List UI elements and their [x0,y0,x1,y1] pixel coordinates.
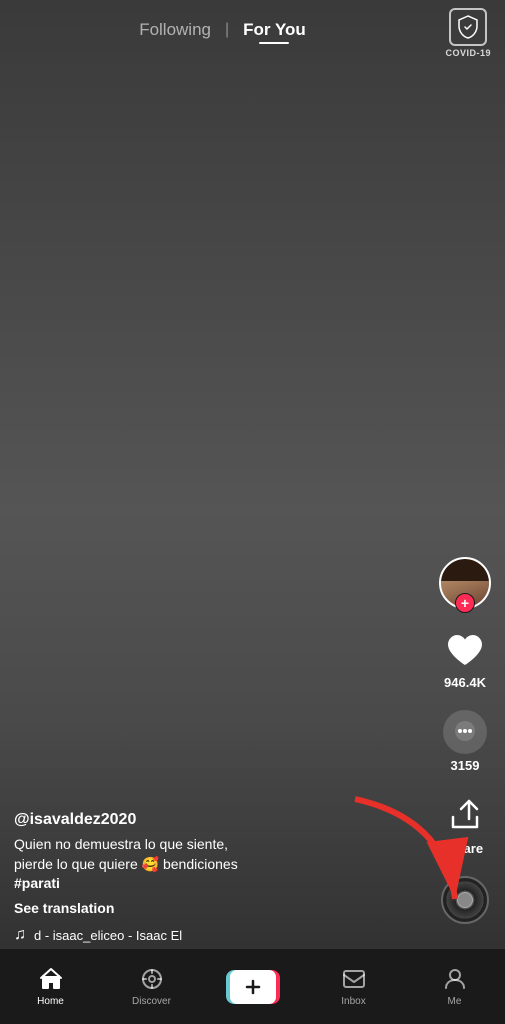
foryou-tab-wrap[interactable]: For You [243,20,306,40]
following-tab[interactable]: Following [139,20,211,40]
create-btn-white [230,970,276,1004]
avatar-hair [441,559,489,581]
foryou-tab[interactable]: For You [243,20,306,39]
share-button[interactable]: Share [443,793,487,856]
caption-hashtag[interactable]: #parati [14,875,60,891]
inbox-icon [341,966,367,992]
heart-icon [444,629,486,671]
see-translation-button[interactable]: See translation [14,900,435,916]
me-label: Me [448,996,462,1007]
music-note-icon: ♫ [14,926,26,944]
creator-avatar-container[interactable]: + [439,557,491,609]
top-navigation: Following | For You [139,20,306,40]
like-button[interactable]: 946.4K [444,629,486,690]
me-icon [442,966,468,992]
share-label: Share [447,841,483,856]
comment-count: 3159 [451,758,480,773]
comment-icon [443,710,487,754]
covid-label: COVID-19 [445,48,491,58]
caption-line1: Quien no demuestra lo que siente, [14,836,228,852]
caption-line2: pierde lo que quiere 🥰 bendiciones [14,856,238,872]
inbox-label: Inbox [341,996,365,1007]
discover-label: Discover [132,996,171,1007]
home-label: Home [37,996,64,1007]
comment-button[interactable]: 3159 [443,710,487,773]
nav-home[interactable]: Home [0,966,101,1007]
post-info-overlay: @isavaldez2020 Quien no demuestra lo que… [14,811,435,944]
music-text: d - isaac_eliceo - Isaac El [34,928,182,943]
bottom-navigation: Home Discover [0,948,505,1024]
like-count: 946.4K [444,675,486,690]
discover-icon [139,966,165,992]
post-caption: Quien no demuestra lo que siente, pierde… [14,835,435,894]
nav-me[interactable]: Me [404,966,505,1007]
nav-discover[interactable]: Discover [101,966,202,1007]
creator-username[interactable]: @isavaldez2020 [14,811,435,829]
covid-badge[interactable]: COVID-19 [445,8,491,58]
follow-plus-button[interactable]: + [455,593,475,613]
foryou-underline [259,42,289,44]
music-info-row[interactable]: ♫ d - isaac_eliceo - Isaac El [14,926,435,944]
share-icon [443,793,487,837]
music-disc-inner [457,892,473,908]
home-icon [38,966,64,992]
music-disc[interactable] [441,876,489,924]
nav-create[interactable] [202,970,303,1004]
right-sidebar: + 946.4K 3159 [439,557,491,924]
covid-shield-icon [449,8,487,46]
create-button-wrap [226,970,280,1004]
nav-divider: | [225,21,229,39]
nav-inbox[interactable]: Inbox [303,966,404,1007]
top-bar: Following | For You COVID-19 [0,0,505,60]
